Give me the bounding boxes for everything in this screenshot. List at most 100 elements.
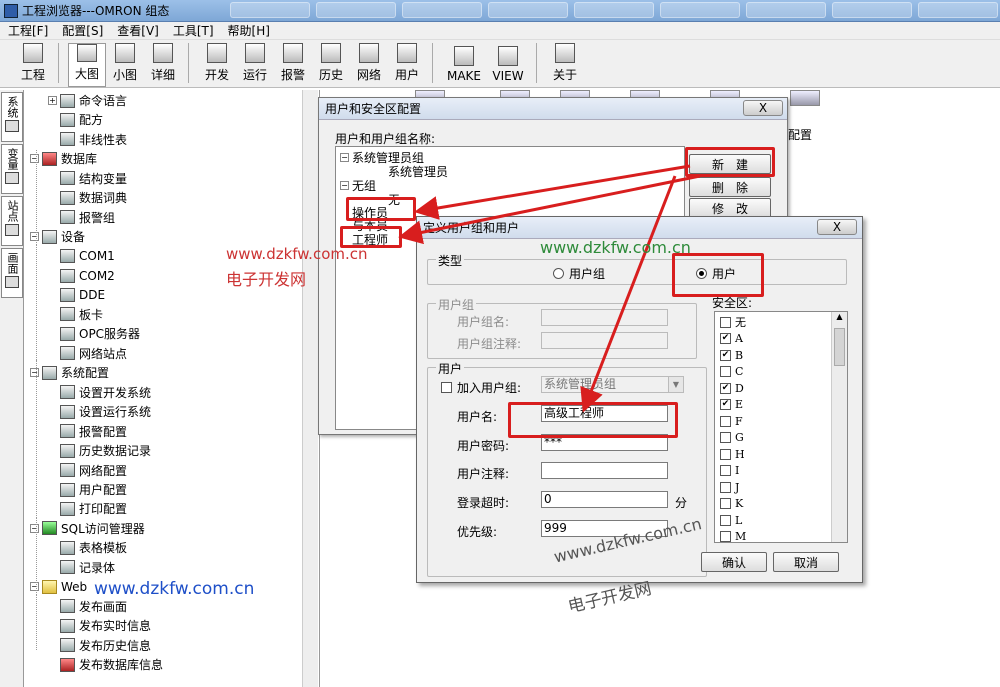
tree-item[interactable]: COM1: [48, 247, 115, 266]
user-list-item[interactable]: 工程师: [340, 231, 388, 248]
toolbar-view-button[interactable]: VIEW: [486, 43, 530, 87]
security-area-item[interactable]: M: [720, 529, 746, 542]
tree-item[interactable]: 记录体: [48, 558, 115, 577]
expand-toggle-icon[interactable]: −: [30, 154, 39, 164]
delete-button[interactable]: 删 除: [689, 177, 771, 197]
side-tab-screens[interactable]: 画面: [1, 248, 23, 298]
tree-item[interactable]: 表格模板: [48, 538, 127, 557]
checked-box-icon[interactable]: ✔: [720, 399, 731, 411]
unchecked-box-icon[interactable]: [720, 498, 731, 510]
tree-item[interactable]: 发布数据库信息: [48, 655, 163, 674]
user-list-item[interactable]: 系统管理员: [376, 163, 448, 180]
tree-item[interactable]: 设置开发系统: [48, 383, 151, 402]
toolbar-about-button[interactable]: 关于: [546, 43, 584, 87]
tree-item[interactable]: + 命令语言: [48, 91, 127, 110]
tree-item[interactable]: OPC服务器: [48, 324, 140, 343]
security-area-item[interactable]: ✔ D: [720, 380, 744, 397]
security-area-list[interactable]: 无 ✔ A ✔ B C ✔ D ✔ E F G H I J K L M: [714, 311, 848, 543]
ok-button[interactable]: 确认: [701, 552, 767, 572]
unchecked-box-icon[interactable]: [720, 415, 731, 427]
security-area-item[interactable]: ✔ B: [720, 347, 743, 364]
unchecked-box-icon[interactable]: [720, 316, 731, 328]
tree-item[interactable]: COM2: [48, 266, 115, 285]
new-button[interactable]: 新 建: [689, 154, 771, 174]
tree-item[interactable]: 发布画面: [48, 597, 127, 616]
tree-item[interactable]: 配方: [48, 110, 103, 129]
username-input[interactable]: 高级工程师: [541, 405, 668, 422]
user-note-input[interactable]: [541, 462, 668, 479]
security-area-item[interactable]: ✔ E: [720, 397, 743, 414]
tree-item[interactable]: 报警配置: [48, 422, 127, 441]
unchecked-box-icon[interactable]: [720, 432, 731, 444]
tree-item[interactable]: 板卡: [48, 305, 103, 324]
radio-user[interactable]: 用户: [696, 265, 736, 282]
tree-scrollbar[interactable]: [302, 90, 318, 687]
tree-item[interactable]: 历史数据记录: [48, 441, 151, 460]
menu-help[interactable]: 帮助[H]: [228, 22, 270, 39]
toolbar-user-button[interactable]: 用户: [388, 43, 426, 87]
security-area-item[interactable]: H: [720, 446, 745, 463]
group-note-input[interactable]: [541, 332, 668, 349]
security-list-scrollbar[interactable]: ▲: [831, 312, 847, 542]
side-tab-system[interactable]: 系统: [1, 92, 23, 142]
toolbar-run-button[interactable]: 运行: [236, 43, 274, 87]
scroll-up-icon[interactable]: ▲: [832, 312, 847, 326]
cancel-button[interactable]: 取消: [773, 552, 839, 572]
toolbar-history-button[interactable]: 历史: [312, 43, 350, 87]
user-list-item[interactable]: − 无组: [340, 177, 376, 194]
checked-box-icon[interactable]: ✔: [720, 333, 731, 345]
scroll-thumb[interactable]: [834, 328, 845, 366]
security-area-item[interactable]: K: [720, 496, 743, 513]
security-area-item[interactable]: L: [720, 512, 742, 529]
tree-item[interactable]: 打印配置: [48, 499, 127, 518]
expand-toggle-icon[interactable]: −: [340, 153, 349, 162]
tree-item[interactable]: 网络配置: [48, 461, 127, 480]
unchecked-box-icon[interactable]: [720, 481, 731, 493]
unchecked-box-icon[interactable]: [720, 531, 731, 542]
menu-view[interactable]: 查看[V]: [117, 22, 159, 39]
tree-item[interactable]: 网络站点: [48, 344, 127, 363]
toolbar-develop-button[interactable]: 开发: [198, 43, 236, 87]
tree-item[interactable]: 报警组: [48, 208, 115, 227]
tree-item[interactable]: − 数据库: [30, 149, 97, 168]
tree-item[interactable]: 结构变量: [48, 169, 127, 188]
expand-toggle-icon[interactable]: +: [48, 96, 57, 105]
security-area-item[interactable]: F: [720, 413, 743, 430]
security-area-item[interactable]: ✔ A: [720, 331, 743, 348]
join-group-checkbox[interactable]: 加入用户组:: [441, 379, 521, 396]
expand-toggle-icon[interactable]: −: [30, 368, 39, 378]
tree-item[interactable]: − SQL访问管理器: [30, 519, 145, 538]
tree-item[interactable]: − 系统配置: [30, 363, 109, 382]
priority-input[interactable]: 999: [541, 520, 668, 537]
timeout-input[interactable]: 0: [541, 491, 668, 508]
toolbar-small-icons-button[interactable]: 小图: [106, 43, 144, 87]
unchecked-box-icon[interactable]: [720, 514, 731, 526]
toolbar-details-button[interactable]: 详细: [144, 43, 182, 87]
toolbar-network-button[interactable]: 网络: [350, 43, 388, 87]
security-area-item[interactable]: I: [720, 463, 739, 480]
tree-item[interactable]: 用户配置: [48, 480, 127, 499]
toolbar-make-button[interactable]: MAKE: [442, 43, 486, 87]
security-area-item[interactable]: C: [720, 364, 743, 381]
side-tab-variables[interactable]: 变量: [1, 144, 23, 194]
tree-item[interactable]: 非线性表: [48, 130, 127, 149]
tree-item[interactable]: − 设备: [30, 227, 85, 246]
join-group-select[interactable]: 系统管理员组 ▼: [541, 376, 684, 393]
dialog-close-button[interactable]: X: [817, 219, 857, 235]
edit-button[interactable]: 修 改: [689, 198, 771, 218]
expand-toggle-icon[interactable]: −: [30, 582, 39, 592]
checked-box-icon[interactable]: ✔: [720, 349, 731, 361]
security-area-item[interactable]: G: [720, 430, 744, 447]
toolbar-project-button[interactable]: 工程: [14, 43, 52, 87]
radio-user-group[interactable]: 用户组: [553, 265, 605, 282]
checked-box-icon[interactable]: ✔: [720, 382, 731, 394]
password-input[interactable]: ***: [541, 434, 668, 451]
group-name-input[interactable]: [541, 309, 668, 326]
tree-item[interactable]: 设置运行系统: [48, 402, 151, 421]
unchecked-box-icon[interactable]: [720, 465, 731, 477]
tree-item[interactable]: 发布历史信息: [48, 636, 151, 655]
expand-toggle-icon[interactable]: −: [30, 232, 39, 242]
dialog-close-button[interactable]: X: [743, 100, 783, 116]
expand-toggle-icon[interactable]: −: [340, 181, 349, 190]
tree-item[interactable]: 数据词典: [48, 188, 127, 207]
